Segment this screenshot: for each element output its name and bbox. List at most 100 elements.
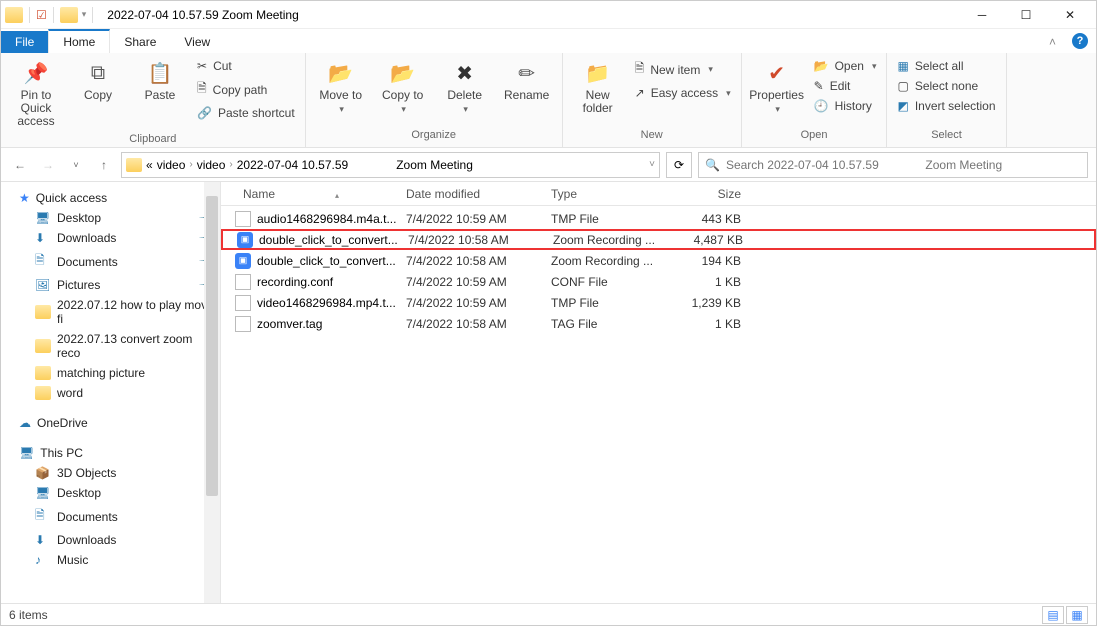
ribbon-tabs: File Home Share View ˄ ? [1, 29, 1096, 53]
item-icon: 🖥 [35, 211, 51, 225]
search-input[interactable] [726, 158, 1081, 172]
refresh-button[interactable]: ⟳ [666, 152, 692, 178]
forward-button[interactable]: → [37, 154, 59, 176]
column-date[interactable]: Date modified [406, 187, 551, 201]
qat-dropdown-icon[interactable]: ▾ [82, 9, 87, 20]
file-row[interactable]: zoomver.tag7/4/2022 10:58 AMTAG File1 KB [221, 313, 1096, 334]
sidebar-this-pc[interactable]: 🖥 This PC [1, 443, 220, 463]
history-button[interactable]: 🕘History [810, 97, 881, 115]
copy-to-button[interactable]: 📂Copy to [374, 57, 432, 117]
sidebar-onedrive[interactable]: ☁ OneDrive [1, 413, 220, 433]
invert-selection-button[interactable]: ◩Invert selection [893, 97, 999, 115]
help-icon: ? [1072, 33, 1088, 49]
maximize-button[interactable]: ☐ [1004, 1, 1048, 29]
tab-file[interactable]: File [1, 31, 48, 53]
breadcrumb-item[interactable]: Zoom Meeting [396, 158, 473, 172]
copyto-icon: 📂 [387, 59, 419, 87]
back-button[interactable]: ← [9, 154, 31, 176]
sidebar-item-documents[interactable]: 🗎Documents [1, 503, 220, 530]
file-row[interactable]: recording.conf7/4/2022 10:59 AMCONF File… [221, 271, 1096, 292]
chevron-right-icon[interactable]: › [189, 159, 192, 170]
scrollbar-thumb[interactable] [206, 196, 218, 496]
sort-indicator-icon: ▴ [335, 191, 339, 200]
details-view-button[interactable]: ▤ [1042, 606, 1064, 624]
file-name: double_click_to_convert... [257, 254, 396, 268]
breadcrumb-item[interactable]: 2022-07-04 10.57.59 [237, 158, 348, 172]
sidebar-item-desktop[interactable]: 🖥Desktop📌 [1, 208, 220, 228]
file-icon [235, 274, 251, 290]
sidebar-item-3d-objects[interactable]: 📦3D Objects [1, 463, 220, 483]
tab-share[interactable]: Share [110, 31, 170, 53]
sidebar-item-downloads[interactable]: ⬇Downloads📌 [1, 228, 220, 248]
open-button[interactable]: 📂Open [810, 57, 881, 75]
pin-to-quick-access-button[interactable]: 📌 Pin to Quick access [7, 57, 65, 131]
file-type: CONF File [551, 275, 681, 289]
file-row[interactable]: video1468296984.mp4.t...7/4/2022 10:59 A… [221, 292, 1096, 313]
minimize-button[interactable]: ─ [960, 1, 1004, 29]
pc-icon: 🖥 [19, 446, 34, 460]
file-size: 4,487 KB [683, 233, 743, 247]
up-button[interactable]: ↑ [93, 154, 115, 176]
sidebar-item-matching-picture[interactable]: matching picture [1, 363, 220, 383]
file-row[interactable]: ▣double_click_to_convert...7/4/2022 10:5… [221, 250, 1096, 271]
file-row[interactable]: ▣double_click_to_convert...7/4/2022 10:5… [221, 229, 1096, 250]
newitem-icon: 🗎 [635, 59, 645, 80]
sidebar-item-music[interactable]: ♪Music [1, 550, 220, 570]
icons-view-button[interactable]: ▦ [1066, 606, 1088, 624]
column-type[interactable]: Type [551, 187, 681, 201]
search-box[interactable]: 🔍 [698, 152, 1088, 178]
close-button[interactable]: ✕ [1048, 1, 1092, 29]
qat-checkbox-icon[interactable]: ☑ [36, 8, 47, 22]
sidebar-item-2022-07-13-convert-zoom-reco[interactable]: 2022.07.13 convert zoom reco [1, 329, 220, 363]
sidebar-item-downloads[interactable]: ⬇Downloads [1, 530, 220, 550]
sidebar-item-2022-07-12-how-to-play-mov-fi[interactable]: 2022.07.12 how to play mov fi [1, 295, 220, 329]
file-row[interactable]: audio1468296984.m4a.t...7/4/2022 10:59 A… [221, 208, 1096, 229]
column-size[interactable]: Size [681, 187, 741, 201]
select-none-button[interactable]: ▢Select none [893, 77, 999, 95]
open-icon: 📂 [814, 59, 829, 73]
chevron-right-icon[interactable]: › [229, 159, 232, 170]
tab-view[interactable]: View [170, 31, 224, 53]
help-button[interactable]: ? [1064, 29, 1096, 53]
breadcrumb-item[interactable]: video [157, 158, 186, 172]
file-icon [235, 295, 251, 311]
paste-shortcut-button[interactable]: 🔗Paste shortcut [193, 104, 299, 122]
search-icon: 🔍 [705, 158, 720, 172]
file-date: 7/4/2022 10:58 AM [406, 317, 551, 331]
new-folder-button[interactable]: 📁New folder [569, 57, 627, 117]
scrollbar[interactable] [204, 182, 220, 603]
address-bar[interactable]: « video › video › 2022-07-04 10.57.59 Zo… [121, 152, 660, 178]
sidebar-quick-access[interactable]: ★ Quick access [1, 188, 220, 208]
tab-home[interactable]: Home [48, 29, 110, 53]
sidebar-item-word[interactable]: word [1, 383, 220, 403]
rename-button[interactable]: ✏Rename [498, 57, 556, 104]
sidebar-item-documents[interactable]: 🗎Documents📌 [1, 248, 220, 275]
item-icon: 🗎 [35, 251, 51, 272]
chevron-down-icon[interactable]: ˅ [649, 159, 655, 170]
sidebar-item-label: Downloads [57, 231, 116, 245]
paste-button[interactable]: 📋 Paste [131, 57, 189, 104]
sidebar-item-label: Documents [57, 255, 118, 269]
breadcrumb-prefix: « [146, 158, 153, 172]
move-to-button[interactable]: 📂Move to [312, 57, 370, 117]
breadcrumb-item[interactable]: video [197, 158, 226, 172]
sidebar-item-desktop[interactable]: 🖥Desktop [1, 483, 220, 503]
copy-button[interactable]: ⧉ Copy [69, 57, 127, 104]
delete-button[interactable]: ✖Delete [436, 57, 494, 117]
edit-button[interactable]: ✎Edit [810, 77, 881, 95]
item-icon: ♪ [35, 553, 51, 567]
invert-icon: ◩ [897, 99, 908, 113]
easy-access-button[interactable]: ↗Easy access [631, 84, 735, 102]
recent-locations-button[interactable]: ˅ [65, 154, 87, 176]
properties-button[interactable]: ✔Properties [748, 57, 806, 117]
group-label: Select [893, 127, 999, 143]
sidebar-label: Quick access [36, 191, 107, 205]
new-item-button[interactable]: 🗎New item [631, 57, 735, 82]
copy-path-button[interactable]: 🗎Copy path [193, 77, 299, 102]
sidebar-item-pictures[interactable]: 🖼Pictures📌 [1, 275, 220, 295]
cut-button[interactable]: ✂Cut [193, 57, 299, 75]
collapse-ribbon-icon[interactable]: ˄ [1041, 31, 1064, 53]
select-all-button[interactable]: ▦Select all [893, 57, 999, 75]
column-name[interactable]: Name▴ [221, 187, 406, 201]
separator [92, 7, 93, 23]
